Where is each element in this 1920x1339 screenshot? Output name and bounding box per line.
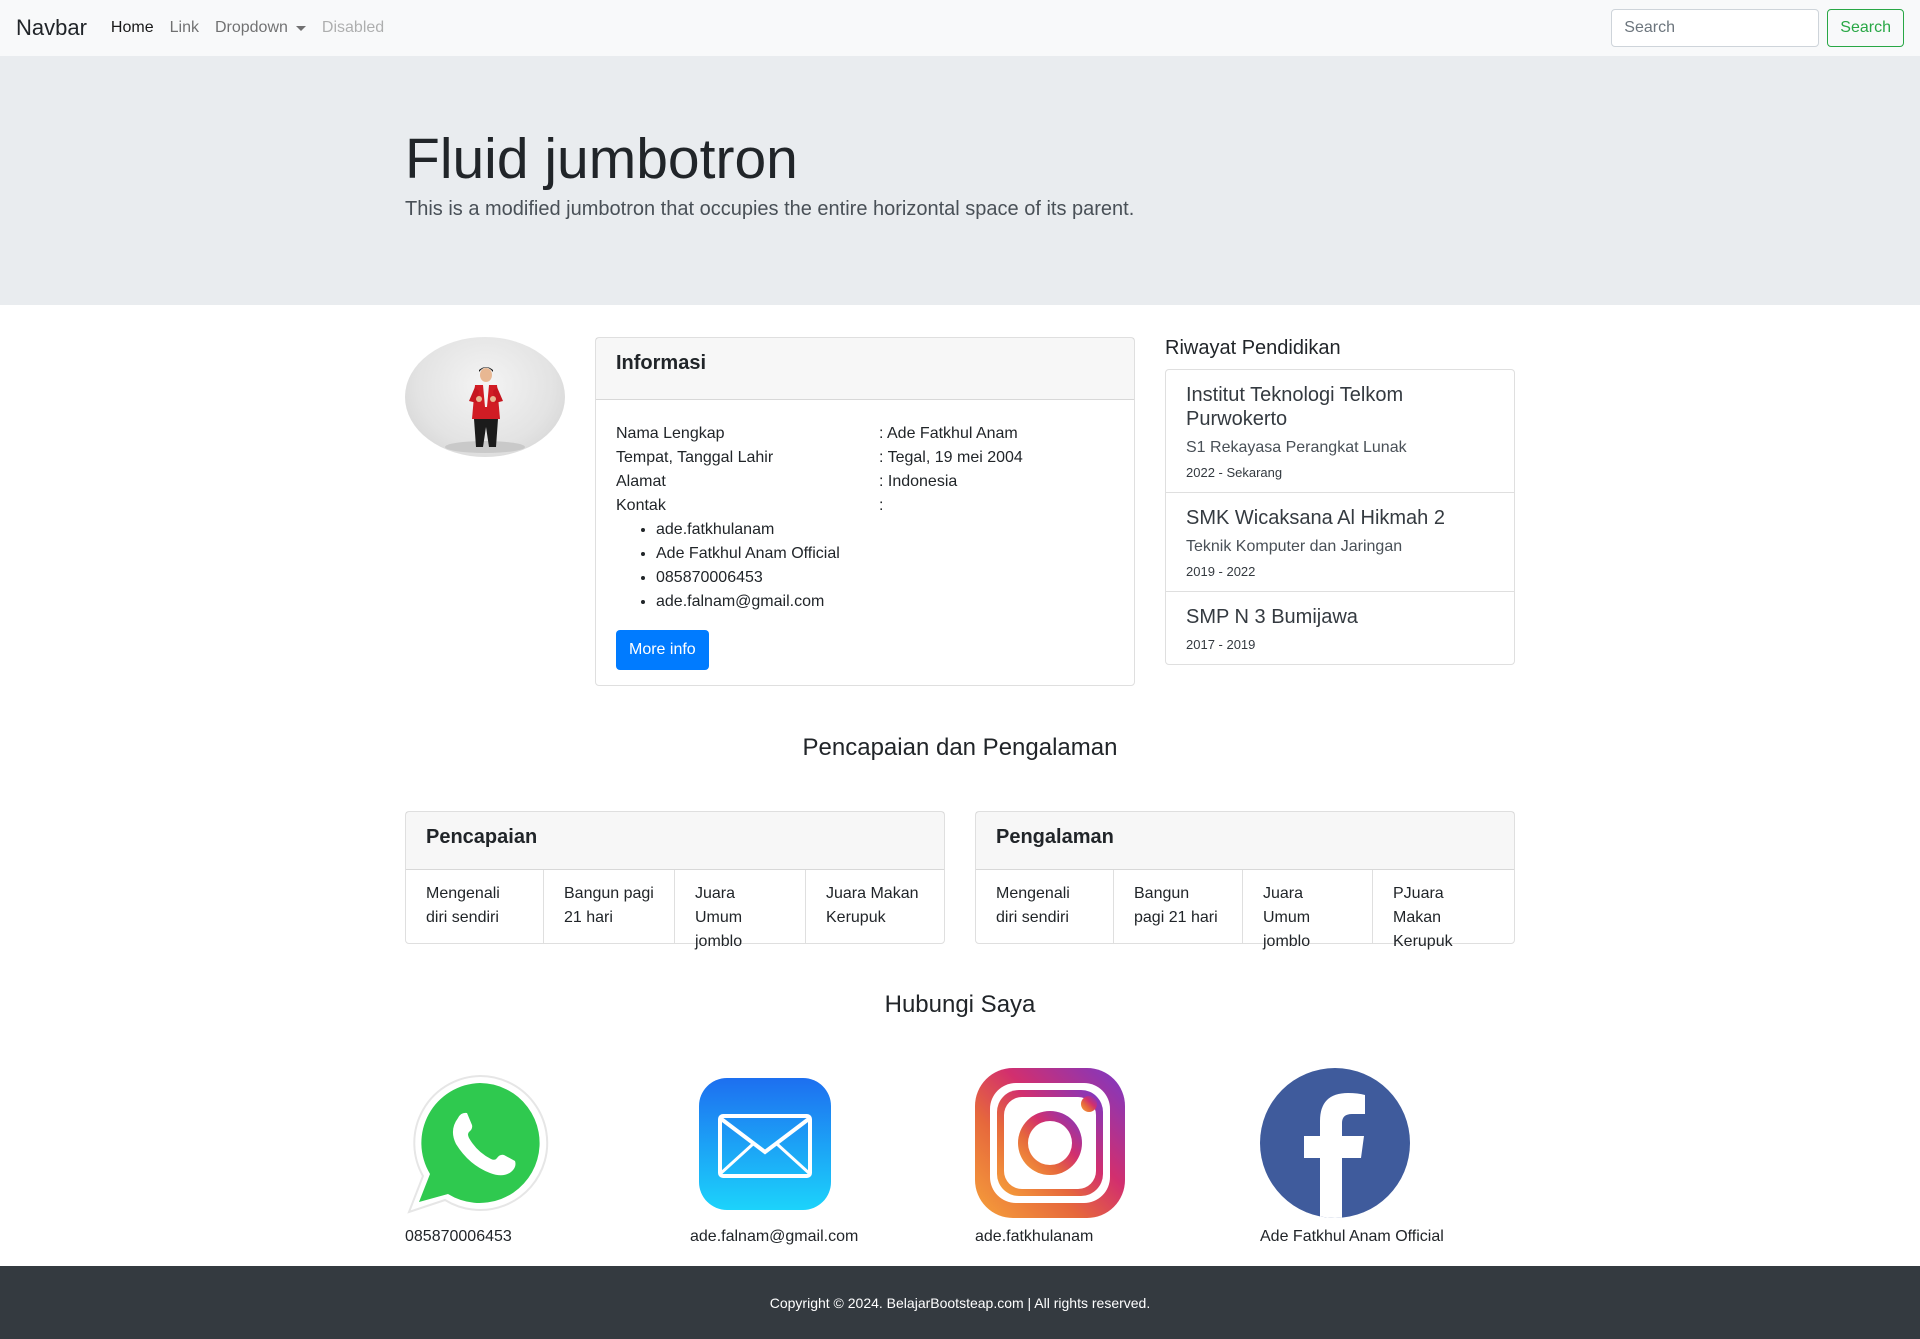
facebook-link[interactable]: [1260, 1068, 1410, 1223]
search-form: Search: [1611, 9, 1904, 47]
table-cell: Juara Umum jomblo: [1243, 870, 1373, 950]
info-label: Kontak: [616, 497, 666, 514]
profile-photo: [445, 367, 525, 453]
table-cell: Juara Umum jomblo: [675, 870, 806, 950]
whatsapp-label[interactable]: 085870006453: [405, 1228, 512, 1246]
info-value: : Ade Fatkhul Anam: [879, 425, 1018, 442]
pencapaian-section-title: Pencapaian dan Pengalaman: [802, 734, 1118, 761]
whatsapp-link[interactable]: [405, 1068, 555, 1223]
nav-link-link[interactable]: Link: [170, 19, 199, 37]
search-button[interactable]: Search: [1827, 9, 1904, 47]
list-item: ade.fatkhulanam: [656, 518, 1114, 542]
info-row-ttl: Tempat, Tanggal Lahir : Tegal, 19 mei 20…: [616, 446, 1114, 470]
facebook-icon: [1260, 1068, 1410, 1218]
list-item[interactable]: SMK Wicaksana Al Hikmah 2 Teknik Kompute…: [1166, 493, 1514, 592]
whatsapp-icon: [407, 1074, 549, 1214]
list-item[interactable]: SMP N 3 Bumijawa 2017 - 2019: [1166, 592, 1514, 664]
informasi-body: Nama Lengkap : Ade Fatkhul Anam Tempat, …: [596, 400, 1134, 692]
navbar-brand[interactable]: Navbar: [16, 15, 87, 41]
footer-copyright: Copyright © 2024. BelajarBootsteap.com |…: [769, 1294, 1151, 1311]
jumbotron: Fluid jumbotron This is a modified jumbo…: [0, 56, 1920, 305]
jumbotron-title: Fluid jumbotron: [405, 127, 798, 191]
informasi-title: Informasi: [596, 338, 1134, 400]
jumbotron-lead: This is a modified jumbotron that occupi…: [405, 198, 1135, 220]
pendidikan-list: Institut Teknologi Telkom Purwokerto S1 …: [1165, 369, 1515, 665]
mail-icon: [699, 1078, 831, 1210]
footer: Copyright © 2024. BelajarBootsteap.com |…: [0, 1266, 1920, 1339]
avatar: [405, 337, 565, 457]
nav-link-home[interactable]: Home: [111, 19, 154, 37]
search-input[interactable]: [1611, 9, 1820, 47]
instagram-link[interactable]: [975, 1068, 1125, 1223]
list-item: Ade Fatkhul Anam Official: [656, 542, 1114, 566]
informasi-card: Informasi Nama Lengkap : Ade Fatkhul Ana…: [595, 337, 1135, 686]
instagram-icon: [975, 1068, 1125, 1218]
edu-name: Institut Teknologi Telkom Purwokerto: [1186, 384, 1404, 430]
info-row-nama: Nama Lengkap : Ade Fatkhul Anam: [616, 422, 1114, 446]
navbar: Navbar Home Link Dropdown Disabled Searc…: [0, 0, 1920, 56]
info-label: Alamat: [616, 473, 666, 490]
edu-years: 2019 - 2022: [1186, 564, 1256, 579]
info-row-alamat: Alamat : Indonesia: [616, 470, 1114, 494]
more-info-button[interactable]: More info: [616, 630, 709, 670]
nav-link-disabled: Disabled: [321, 19, 385, 36]
edu-program: Teknik Komputer dan Jaringan: [1186, 538, 1403, 555]
hubungi-title: Hubungi Saya: [884, 991, 1036, 1018]
table-cell: Bangun pagi 21 hari: [544, 870, 675, 943]
instagram-label[interactable]: ade.fatkhulanam: [975, 1228, 1093, 1246]
pengalaman-card: Pengalaman Mengenali diri sendiri Bangun…: [975, 811, 1515, 950]
table-cell: Mengenali diri sendiri: [976, 870, 1114, 943]
table-cell: Juara Makan Kerupuk: [826, 885, 919, 926]
table-cell: PJuara Makan Kerupuk: [1393, 885, 1453, 950]
list-item[interactable]: Institut Teknologi Telkom Purwokerto S1 …: [1166, 370, 1514, 493]
facebook-label[interactable]: Ade Fatkhul Anam Official: [1260, 1228, 1444, 1246]
info-label: Nama Lengkap: [616, 425, 725, 442]
info-value: :: [879, 497, 884, 514]
info-row-kontak: Kontak :: [616, 494, 1114, 518]
list-item: 085870006453: [656, 566, 1114, 590]
pengalaman-cells: Mengenali diri sendiri Bangun pagi 21 ha…: [976, 870, 1514, 950]
edu-years: 2017 - 2019: [1186, 637, 1256, 652]
edu-name: SMK Wicaksana Al Hikmah 2: [1186, 507, 1445, 529]
pencapaian-cells: Mengenali diri sendiri Bangun pagi 21 ha…: [406, 870, 944, 950]
nav-dropdown-label: Dropdown: [214, 19, 288, 36]
edu-years: 2022 - Sekarang: [1186, 465, 1283, 480]
contact-list: ade.fatkhulanam Ade Fatkhul Anam Officia…: [656, 518, 1114, 614]
table-cell: Bangun pagi 21 hari: [1114, 870, 1243, 943]
pencapaian-card: Pencapaian Mengenali diri sendiri Bangun…: [405, 811, 945, 950]
mail-link[interactable]: [698, 1068, 832, 1215]
pencapaian-title: Pencapaian: [406, 812, 944, 870]
mail-label[interactable]: ade.falnam@gmail.com: [690, 1228, 858, 1246]
pendidikan-title: Riwayat Pendidikan: [1165, 337, 1341, 359]
edu-program: S1 Rekayasa Perangkat Lunak: [1186, 439, 1407, 456]
table-cell: Mengenali diri sendiri: [406, 870, 544, 943]
edu-name: SMP N 3 Bumijawa: [1186, 606, 1358, 628]
pengalaman-title: Pengalaman: [976, 812, 1514, 870]
info-value: : Indonesia: [879, 473, 958, 490]
list-item: ade.falnam@gmail.com: [656, 590, 1114, 614]
info-label: Tempat, Tanggal Lahir: [616, 449, 774, 466]
info-value: : Tegal, 19 mei 2004: [879, 449, 1023, 466]
caret-down-icon: [295, 25, 306, 31]
nav-dropdown[interactable]: Dropdown: [215, 19, 306, 37]
